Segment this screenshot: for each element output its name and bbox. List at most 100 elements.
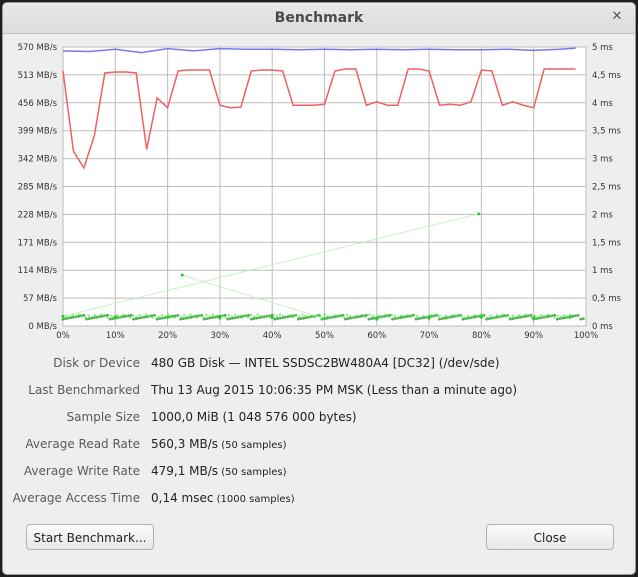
write-rate-point xyxy=(562,314,566,317)
write-rate-point xyxy=(205,314,208,317)
write-rate-point xyxy=(565,315,569,318)
write-rate-point xyxy=(375,317,379,321)
write-rate-point xyxy=(250,314,253,317)
x-tick-label: 70% xyxy=(420,331,439,341)
y-right-tick-label: 3 ms xyxy=(592,155,613,165)
write-rate-point xyxy=(61,314,65,318)
write-rate-point xyxy=(451,314,454,317)
y-left-tick-label: 171 MB/s xyxy=(18,238,58,248)
y-left-tick-label: 57 MB/s xyxy=(23,294,58,304)
write-rate-point xyxy=(167,313,170,316)
write-rate-point xyxy=(179,315,183,319)
write-rate-point xyxy=(477,212,481,216)
y-left-tick-label: 342 MB/s xyxy=(18,155,58,165)
write-rate-point xyxy=(255,316,258,320)
write-rate-point xyxy=(482,315,486,318)
write-rate-point xyxy=(361,314,365,317)
write-rate-point xyxy=(571,314,575,318)
write-rate-point xyxy=(495,314,499,317)
write-rate-point xyxy=(80,315,84,318)
write-rate-point xyxy=(457,313,460,316)
write-rate-point xyxy=(147,315,151,318)
write-rate-point xyxy=(438,315,441,318)
write-rate-point xyxy=(131,314,135,317)
write-rate-point xyxy=(431,315,435,318)
write-rate-point xyxy=(419,316,422,319)
x-tick-label: 90% xyxy=(524,331,543,341)
write-rate-point xyxy=(299,317,303,321)
write-rate-point xyxy=(428,314,432,317)
info-value-extra: (50 samples) xyxy=(218,440,287,451)
write-rate-point xyxy=(294,314,298,317)
write-rate-point xyxy=(157,315,160,319)
write-rate-point xyxy=(64,317,68,321)
write-rate-point xyxy=(265,314,269,317)
write-rate-point xyxy=(476,315,479,318)
y-left-tick-label: 228 MB/s xyxy=(18,210,58,220)
write-rate-point xyxy=(92,316,96,320)
write-rate-point xyxy=(339,314,342,317)
write-rate-point xyxy=(183,314,186,317)
info-label: Average Access Time xyxy=(12,491,140,505)
write-rate-point xyxy=(141,315,144,318)
write-rate-point xyxy=(489,314,492,317)
write-rate-point xyxy=(256,313,259,316)
write-rate-point xyxy=(198,314,202,317)
write-rate-point xyxy=(537,315,540,319)
write-rate-point xyxy=(377,314,381,317)
write-rate-point xyxy=(396,316,400,319)
close-button[interactable]: Close xyxy=(486,524,614,550)
write-rate-point xyxy=(332,314,336,317)
write-rate-point xyxy=(208,315,211,318)
write-rate-point xyxy=(272,314,275,317)
write-rate-point xyxy=(540,316,543,320)
write-rate-point xyxy=(521,315,524,318)
write-rate-point xyxy=(540,314,543,317)
write-rate-point xyxy=(84,316,87,319)
write-rate-point xyxy=(412,313,416,316)
write-rate-point xyxy=(348,315,352,318)
write-rate-point xyxy=(202,315,205,319)
write-rate-point xyxy=(391,317,394,321)
write-rate-point xyxy=(368,313,371,316)
write-rate-point xyxy=(415,315,419,318)
x-tick-label: 0% xyxy=(56,331,70,341)
write-rate-point xyxy=(138,314,141,317)
start-benchmark-button[interactable]: Start Benchmark... xyxy=(26,524,154,550)
write-rate-point xyxy=(556,314,559,317)
write-rate-point xyxy=(234,316,237,320)
write-rate-point xyxy=(498,315,502,318)
write-rate-point xyxy=(116,316,120,320)
write-rate-point xyxy=(214,315,218,318)
info-value-text: 480 GB Disk — INTEL SSDSC2BW480A4 [DC32]… xyxy=(151,356,500,370)
info-label: Last Benchmarked xyxy=(28,383,140,397)
info-value-extra: (50 samples) xyxy=(218,467,287,478)
write-rate-point xyxy=(109,314,113,317)
write-rate-point xyxy=(90,315,93,319)
write-rate-point xyxy=(275,315,278,318)
write-rate-point xyxy=(444,314,448,317)
write-rate-point xyxy=(329,316,333,319)
write-rate-point xyxy=(288,314,291,317)
write-rate-point xyxy=(68,315,71,319)
write-rate-point xyxy=(441,316,444,319)
write-rate-point xyxy=(160,314,164,317)
write-rate-point xyxy=(163,315,167,318)
write-rate-point xyxy=(568,315,572,319)
write-rate-point xyxy=(406,314,409,317)
write-rate-point xyxy=(427,316,431,320)
write-rate-point xyxy=(470,315,473,319)
write-rate-point xyxy=(227,314,231,317)
write-rate-point xyxy=(479,315,483,319)
y-left-tick-label: 456 MB/s xyxy=(18,99,58,109)
write-rate-point xyxy=(285,316,288,319)
write-rate-point xyxy=(96,315,100,318)
write-rate-point xyxy=(399,314,403,317)
write-rate-point xyxy=(460,315,463,318)
y-right-tick-label: 0 ms xyxy=(592,322,613,332)
write-rate-point xyxy=(367,317,371,321)
write-rate-point xyxy=(296,317,300,321)
benchmark-chart: 0% 10% 20% 30% 40% 50% 60% 70% 80% 90% 100% 0 MB/s 0… xyxy=(18,43,622,341)
write-rate-point xyxy=(154,314,157,317)
write-rate-point xyxy=(508,316,511,319)
